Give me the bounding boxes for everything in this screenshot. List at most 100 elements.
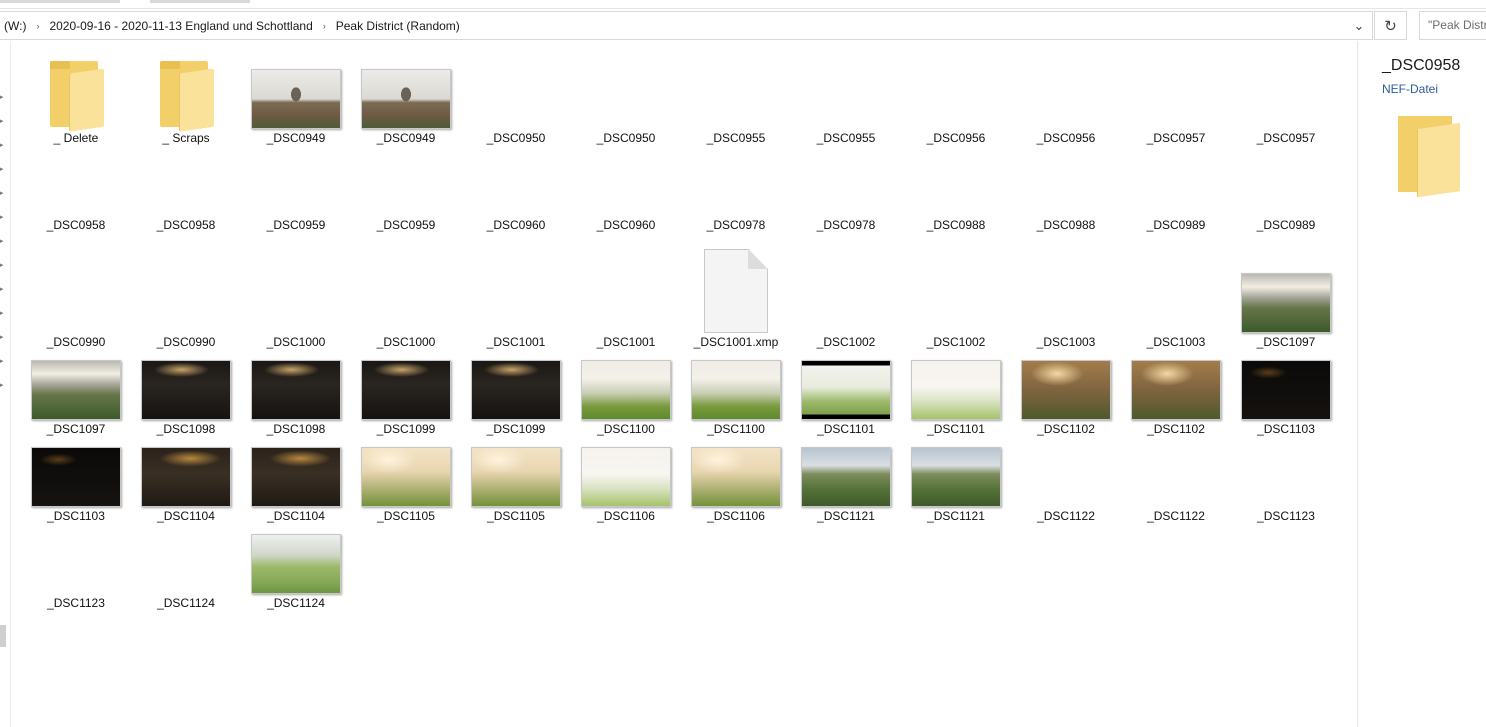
search-input[interactable]: "Peak District (Random)" durchsuchen	[1419, 11, 1486, 40]
file-item[interactable]: _DSC1100	[681, 352, 791, 439]
file-item[interactable]: _DSC0956	[1011, 61, 1121, 148]
file-item[interactable]: _DSC1001	[571, 265, 681, 352]
file-item[interactable]: _DSC1103	[1231, 352, 1341, 439]
file-item[interactable]: _DSC1122	[1011, 439, 1121, 526]
file-item[interactable]: _DSC1104	[131, 439, 241, 526]
file-item[interactable]: _DSC1097	[1231, 265, 1341, 352]
breadcrumb-trip-folder[interactable]: 2020-09-16 - 2020-11-13 England und Scho…	[45, 19, 316, 33]
expand-arrow-icon[interactable]: ▸	[0, 309, 4, 317]
empty-thumbnail	[1121, 61, 1231, 129]
photo-thumbnail	[131, 439, 241, 507]
file-item[interactable]: _DSC0990	[131, 265, 241, 352]
file-item[interactable]: _DSC1104	[241, 439, 351, 526]
chevron-down-icon[interactable]: ⌄	[1346, 12, 1372, 39]
file-item[interactable]: _DSC1121	[791, 439, 901, 526]
file-item[interactable]: _DSC1003	[1011, 265, 1121, 352]
file-item[interactable]: _DSC1102	[1011, 352, 1121, 439]
photo-thumbnail	[241, 526, 351, 594]
file-item[interactable]: _DSC0989	[1121, 148, 1231, 235]
file-item[interactable]: _DSC0960	[571, 148, 681, 235]
file-item[interactable]: _DSC1003	[1121, 265, 1231, 352]
file-item[interactable]: _DSC1098	[131, 352, 241, 439]
file-item[interactable]: _DSC1101	[901, 352, 1011, 439]
file-item[interactable]: _DSC0988	[1011, 148, 1121, 235]
file-item[interactable]: _DSC0950	[461, 61, 571, 148]
file-item[interactable]: _DSC1097	[21, 352, 131, 439]
file-item[interactable]: _DSC1106	[571, 439, 681, 526]
file-item[interactable]: _DSC0949	[241, 61, 351, 148]
expand-arrow-icon[interactable]: ▸	[0, 117, 4, 125]
file-item[interactable]: _DSC0978	[681, 148, 791, 235]
file-item[interactable]: _DSC1123	[1231, 439, 1341, 526]
file-name: _ Delete	[53, 131, 99, 145]
expand-arrow-icon[interactable]: ▸	[0, 237, 4, 245]
refresh-button[interactable]: ↻	[1374, 11, 1407, 40]
expand-arrow-icon[interactable]: ▸	[0, 381, 4, 389]
file-name: _DSC1103	[1257, 422, 1315, 436]
file-item[interactable]: _DSC0955	[681, 61, 791, 148]
file-name: _DSC0957	[1256, 131, 1316, 145]
file-item[interactable]: _DSC1099	[351, 352, 461, 439]
expand-arrow-icon[interactable]: ▸	[0, 165, 4, 173]
file-item[interactable]: _DSC1105	[461, 439, 571, 526]
nav-scrollbar-thumb[interactable]	[0, 625, 6, 647]
file-item[interactable]: _DSC0958	[21, 148, 131, 235]
file-item[interactable]: _DSC1101	[791, 352, 901, 439]
file-item[interactable]: _DSC1123	[21, 526, 131, 613]
file-item[interactable]: _DSC1106	[681, 439, 791, 526]
address-bar[interactable]: (W:) › 2020-09-16 - 2020-11-13 England u…	[0, 11, 1373, 40]
file-item[interactable]: _ Delete	[21, 61, 131, 148]
file-item[interactable]: _DSC0959	[241, 148, 351, 235]
file-item[interactable]: _DSC1100	[571, 352, 681, 439]
file-item[interactable]: _DSC0956	[901, 61, 1011, 148]
expand-arrow-icon[interactable]: ▸	[0, 333, 4, 341]
file-item[interactable]: _DSC1098	[241, 352, 351, 439]
file-item[interactable]: _DSC1000	[351, 265, 461, 352]
breadcrumb-current-folder[interactable]: Peak District (Random)	[332, 19, 464, 33]
file-item[interactable]: _DSC1099	[461, 352, 571, 439]
expand-arrow-icon[interactable]: ▸	[0, 285, 4, 293]
expand-arrow-icon[interactable]: ▸	[0, 213, 4, 221]
expand-arrow-icon[interactable]: ▸	[0, 261, 4, 269]
file-item[interactable]: _DSC0988	[901, 148, 1011, 235]
file-item[interactable]: _DSC0950	[571, 61, 681, 148]
file-name: _DSC0949	[266, 131, 326, 145]
file-item[interactable]: _DSC0958	[131, 148, 241, 235]
file-item[interactable]: _DSC0989	[1231, 148, 1341, 235]
empty-thumbnail	[1121, 148, 1231, 216]
file-grid: _ Delete _ Scraps _DSC0949 _DSC0949 _DSC0950…	[11, 41, 1357, 727]
chevron-right-icon[interactable]: ›	[30, 21, 45, 31]
file-item[interactable]: _DSC1000	[241, 265, 351, 352]
file-item[interactable]: _DSC0959	[351, 148, 461, 235]
file-item[interactable]: _DSC1001	[461, 265, 571, 352]
preview-divider[interactable]	[1357, 41, 1358, 727]
file-item[interactable]: _DSC1103	[21, 439, 131, 526]
file-item[interactable]: _DSC0978	[791, 148, 901, 235]
file-item[interactable]: _ Scraps	[131, 61, 241, 148]
file-item[interactable]: _DSC0990	[21, 265, 131, 352]
file-item[interactable]: _DSC0960	[461, 148, 571, 235]
file-item[interactable]: _DSC1121	[901, 439, 1011, 526]
expand-arrow-icon[interactable]: ▸	[0, 189, 4, 197]
breadcrumb-drive[interactable]: (W:)	[0, 19, 30, 33]
expand-arrow-icon[interactable]: ▸	[0, 357, 4, 365]
file-item[interactable]: _DSC1124	[131, 526, 241, 613]
file-item[interactable]: _DSC1002	[791, 265, 901, 352]
file-item[interactable]: _DSC1124	[241, 526, 351, 613]
folder-icon	[21, 61, 131, 132]
file-item[interactable]: _DSC1122	[1121, 439, 1231, 526]
file-item[interactable]: _DSC0955	[791, 61, 901, 148]
chevron-right-icon[interactable]: ›	[317, 21, 332, 31]
file-name: _DSC1122	[1037, 509, 1095, 523]
file-item[interactable]: _DSC1002	[901, 265, 1011, 352]
expand-arrow-icon[interactable]: ▸	[0, 93, 4, 101]
file-item[interactable]: _DSC1001.xmp	[681, 249, 791, 352]
file-item[interactable]: _DSC0949	[351, 61, 461, 148]
file-item[interactable]: _DSC1105	[351, 439, 461, 526]
file-item[interactable]: _DSC0957	[1231, 61, 1341, 148]
photo-thumbnail	[1121, 352, 1231, 420]
expand-arrow-icon[interactable]: ▸	[0, 141, 4, 149]
file-item[interactable]: _DSC0957	[1121, 61, 1231, 148]
photo-thumbnail	[241, 61, 351, 129]
file-item[interactable]: _DSC1102	[1121, 352, 1231, 439]
